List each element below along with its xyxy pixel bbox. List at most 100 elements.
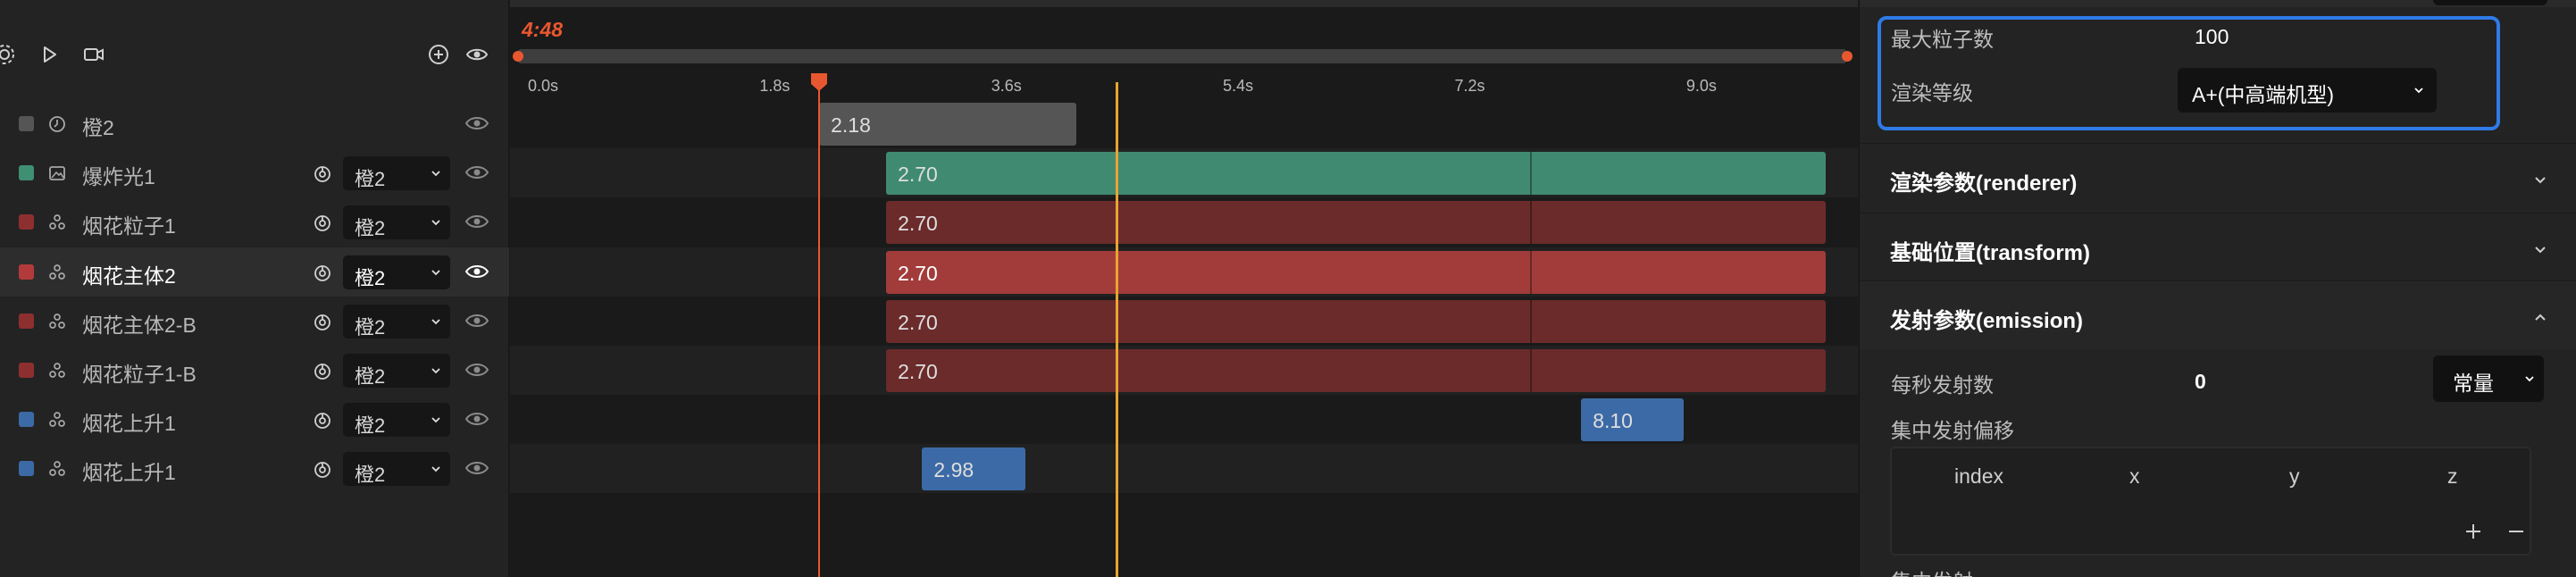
link-icon[interactable] — [312, 459, 333, 481]
chevron-down-icon — [431, 319, 440, 325]
section-renderer[interactable]: 渲染参数(renderer) — [1860, 143, 2576, 213]
timeline-scrubber[interactable] — [518, 49, 1846, 63]
layer-row[interactable]: 爆炸光1 橙2 — [0, 148, 509, 197]
layer-name: 爆炸光1 — [82, 165, 155, 189]
visibility-eye-icon[interactable] — [464, 211, 489, 232]
layer-row[interactable]: 烟花上升1 橙2 — [0, 395, 509, 444]
clip-split-marker[interactable] — [1529, 349, 1532, 392]
link-icon[interactable] — [312, 361, 333, 382]
section-emission[interactable]: 发射参数(emission) — [1860, 280, 2576, 350]
visibility-eye-icon[interactable] — [464, 408, 489, 430]
layer-row[interactable]: 烟花上升1 橙2 — [0, 444, 509, 493]
play-icon[interactable] — [38, 43, 61, 66]
layer-parent-select[interactable]: 橙2 — [343, 403, 450, 438]
visibility-eye-icon[interactable] — [464, 261, 489, 282]
chevron-down-icon — [431, 220, 440, 226]
visibility-eye-icon[interactable] — [464, 113, 489, 134]
layer-parent-value: 橙2 — [355, 414, 386, 438]
link-icon[interactable] — [312, 312, 333, 333]
visibility-eye-icon[interactable] — [464, 457, 489, 479]
layer-row[interactable]: 烟花主体2 橙2 — [0, 247, 509, 297]
link-icon[interactable] — [312, 410, 333, 431]
scrubber-end-handle[interactable] — [1842, 51, 1853, 62]
burst-offset-label: 集中发射偏移 — [1891, 419, 2014, 442]
track-row: 2.18 — [510, 99, 1858, 148]
timeline-clip[interactable]: 2.98 — [922, 447, 1025, 491]
add-row-icon[interactable] — [2463, 522, 2483, 541]
rate-input[interactable]: 0 — [2195, 370, 2206, 394]
clip-split-marker[interactable] — [1529, 152, 1532, 196]
timeline-clip[interactable]: 2.70 — [886, 349, 1826, 392]
clip-start-label: 2.98 — [933, 458, 974, 482]
layer-parent-select[interactable]: 橙2 — [343, 304, 450, 339]
section-title: 渲染参数(renderer) — [1890, 171, 2078, 196]
layer-name: 烟花主体2-B — [82, 313, 197, 337]
section-title: 发射参数(emission) — [1890, 309, 2084, 333]
track-row: 2.70 — [510, 197, 1858, 247]
timeline-top-bar — [510, 0, 1858, 7]
chevron-down-icon — [2525, 376, 2534, 382]
settings-icon[interactable] — [0, 43, 16, 66]
layer-parent-select[interactable]: 橙2 — [343, 255, 450, 289]
column-z: z — [2447, 464, 2458, 488]
layer-row[interactable]: 橙2 — [0, 99, 509, 148]
layer-row[interactable]: 烟花粒子1 橙2 — [0, 197, 509, 247]
timeline-clip[interactable]: 8.10 — [1581, 398, 1685, 442]
chevron-down-icon — [2414, 88, 2423, 94]
layer-name: 烟花主体2 — [82, 263, 176, 288]
layer-color-swatch — [19, 165, 34, 181]
layer-name: 烟花上升1 — [82, 412, 176, 436]
particle-icon — [46, 212, 68, 233]
timeline[interactable]: 4:48 0.0s 1.8s 3.6s 5.4s 7.2s 9.0s 2.18 2.70 2.… — [510, 0, 1858, 577]
rate-mode-select[interactable]: 常量 — [2433, 355, 2544, 402]
layer-color-swatch — [19, 214, 34, 230]
add-icon[interactable] — [427, 43, 450, 66]
layer-parent-select[interactable]: 橙2 — [343, 354, 450, 388]
clip-start-label: 2.70 — [898, 310, 938, 334]
rate-mode-value: 常量 — [2453, 372, 2494, 395]
link-icon[interactable] — [312, 163, 333, 185]
timeline-clip[interactable]: 2.70 — [886, 250, 1826, 294]
remove-row-icon[interactable] — [2506, 522, 2526, 541]
visibility-eye-icon[interactable] — [464, 359, 489, 380]
timeline-clip[interactable]: 2.18 — [819, 103, 1077, 146]
visibility-eye-icon[interactable] — [464, 310, 489, 331]
timeline-clip[interactable]: 2.70 — [886, 152, 1826, 196]
chevron-down-icon — [431, 466, 440, 472]
camera-icon[interactable] — [82, 43, 105, 66]
dropdown-edge — [2433, 0, 2547, 5]
layer-parent-select[interactable]: 橙2 — [343, 205, 450, 240]
max-particles-input[interactable]: 100 — [2195, 25, 2229, 49]
layer-parent-select[interactable]: 橙2 — [343, 452, 450, 487]
layer-color-swatch — [19, 313, 34, 329]
link-icon[interactable] — [312, 213, 333, 234]
clip-split-marker[interactable] — [1529, 299, 1532, 343]
tick-label: 0.0s — [528, 77, 559, 95]
layer-color-swatch — [19, 412, 34, 428]
clip-split-marker[interactable] — [1529, 250, 1532, 294]
tick-label: 5.4s — [1223, 77, 1254, 95]
playhead-handle[interactable] — [808, 71, 830, 93]
layer-row[interactable]: 烟花主体2-B 橙2 — [0, 297, 509, 346]
timeline-clip[interactable]: 2.70 — [886, 201, 1826, 245]
layer-name: 烟花粒子1-B — [82, 363, 197, 386]
section-transform[interactable]: 基础位置(transform) — [1860, 213, 2576, 282]
clip-start-label: 2.70 — [898, 360, 938, 383]
scrubber-start-handle[interactable] — [513, 51, 523, 62]
layer-row[interactable]: 烟花粒子1-B 橙2 — [0, 346, 509, 395]
render-level-select[interactable]: A+(中高端机型) — [2178, 68, 2437, 113]
timeline-clip[interactable]: 2.70 — [886, 299, 1826, 343]
track-row: 2.70 — [510, 346, 1858, 395]
track-row: 8.10 — [510, 395, 1858, 444]
layer-color-swatch — [19, 116, 34, 131]
layer-parent-select[interactable]: 橙2 — [343, 156, 450, 191]
eye-icon[interactable] — [465, 43, 489, 66]
max-particles-label: 最大粒子数 — [1891, 28, 1994, 51]
visibility-eye-icon[interactable] — [464, 162, 489, 183]
playhead-line — [818, 76, 821, 577]
render-level-label: 渲染等级 — [1891, 81, 1973, 105]
link-icon[interactable] — [312, 263, 333, 284]
layer-parent-value: 橙2 — [355, 266, 386, 289]
chevron-down-icon — [2535, 247, 2546, 254]
clip-split-marker[interactable] — [1529, 201, 1532, 245]
